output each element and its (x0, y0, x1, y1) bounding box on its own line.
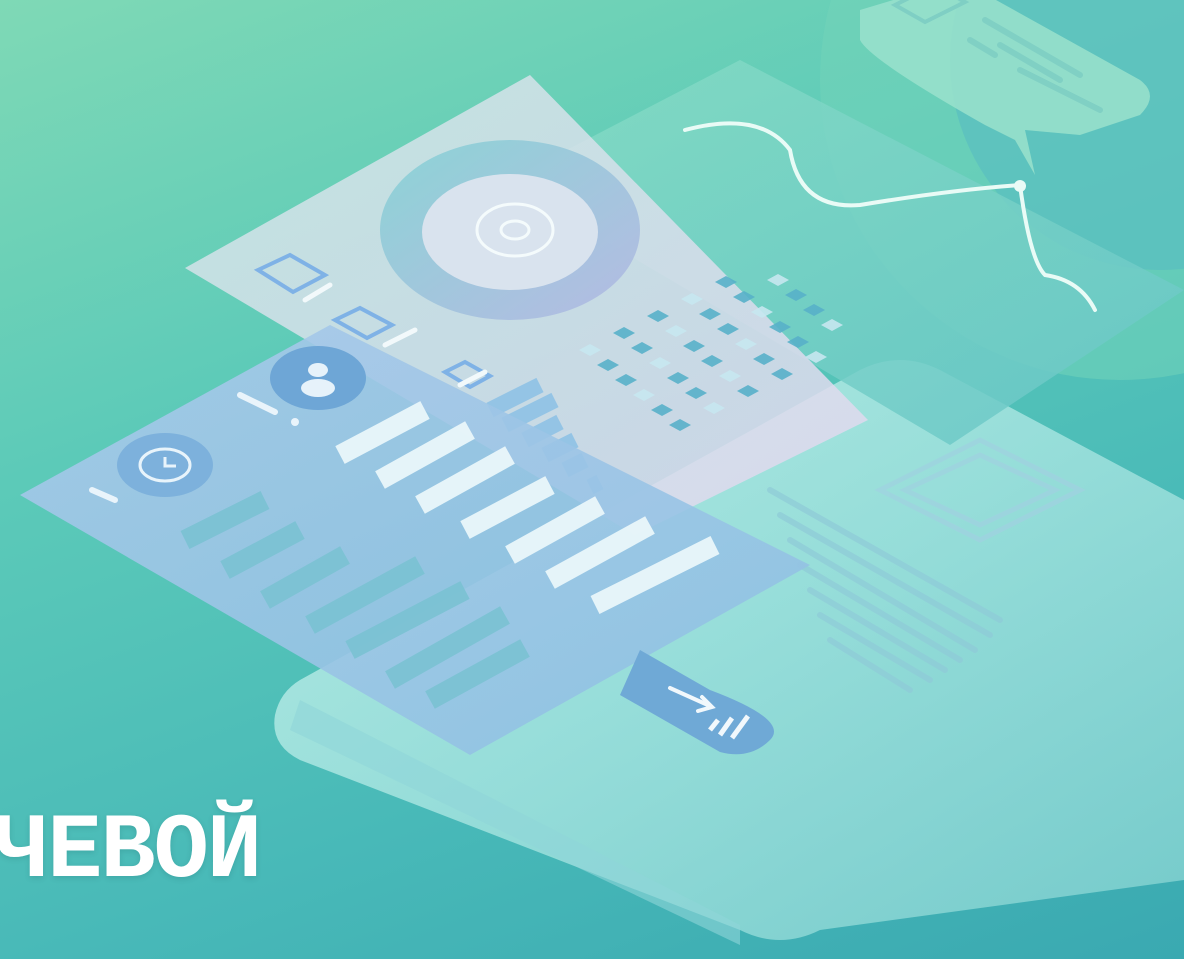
clock-icon (117, 433, 213, 497)
hero-caption-text: ЧЕВОЙ (0, 799, 262, 904)
user-icon (270, 346, 366, 410)
